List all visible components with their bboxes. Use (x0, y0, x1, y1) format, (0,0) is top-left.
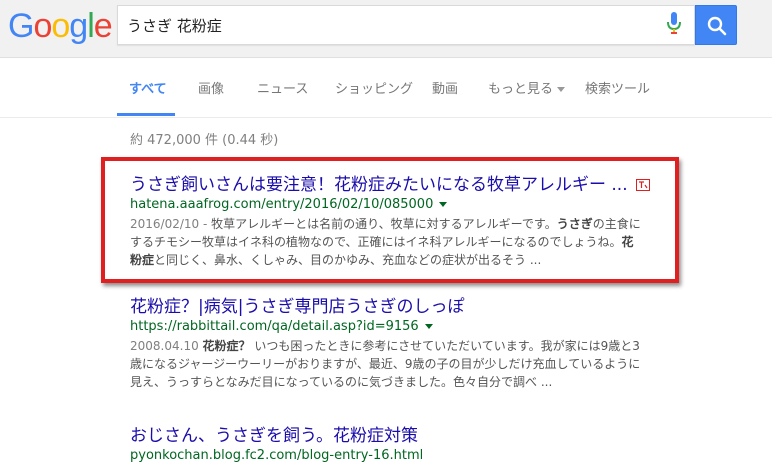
tab-search-tools[interactable]: 検索ツール (585, 78, 650, 97)
search-box (117, 5, 695, 45)
result-url[interactable]: pyonkochan.blog.fc2.com/blog-entry-16.ht… (130, 447, 650, 465)
result-url[interactable]: https://rabbittail.com/qa/detail.asp?id=… (130, 318, 650, 336)
result-stats: 約 472,000 件 (0.44 秒) (130, 133, 279, 148)
logo-letter: o (33, 7, 52, 45)
logo-letter: g (69, 7, 88, 45)
chevron-down-icon (557, 87, 566, 92)
result-date: 2008.04.10 (130, 339, 203, 353)
snippet-text: 見え、うっすらとなみだ目になっているのに気づきました。色々自分で調べ ... (130, 375, 553, 389)
search-button[interactable] (695, 5, 737, 45)
search-result: おじさん、うさぎを飼う。花粉症対策 pyonkochan.blog.fc2.co… (130, 425, 650, 465)
tab-images[interactable]: 画像 (198, 78, 224, 97)
search-result: 花粉症？|病気|うさぎ専門店うさぎのしっぽ https://rabbittail… (130, 296, 650, 391)
logo-letter: G (8, 7, 34, 45)
logo-letter: o (51, 7, 70, 45)
result-title[interactable]: おじさん、うさぎを飼う。花粉症対策 (130, 425, 650, 447)
snippet-bold: 花粉症？ (202, 339, 251, 353)
logo-letter: e (93, 7, 113, 45)
search-input[interactable] (127, 6, 647, 44)
tab-videos[interactable]: 動画 (432, 78, 458, 97)
tab-all[interactable]: すべて (129, 78, 167, 97)
chevron-down-icon[interactable] (424, 324, 433, 329)
tab-news[interactable]: ニュース (257, 78, 308, 97)
result-title[interactable]: 花粉症？|病気|うさぎ専門店うさぎのしっぽ (130, 296, 650, 318)
result-snippet: 2008.04.10 花粉症？ いつも困ったときに参考にさせていただいています。… (130, 337, 650, 391)
snippet-text: 歳になるジャージーウーリーがおりますが、最近、9歳の子の目が少しだけ充血している… (130, 357, 641, 371)
active-tab-indicator (117, 113, 175, 116)
result-url-text: https://rabbittail.com/qa/detail.asp?id=… (130, 319, 419, 334)
search-icon (707, 16, 727, 36)
header-bar: Google (0, 0, 772, 58)
snippet-text: いつも困ったときに参考にさせていただいています。我が家には9歳と3 (250, 339, 640, 353)
microphone-icon[interactable] (666, 12, 682, 38)
highlight-annotation (101, 157, 679, 283)
search-tabs: すべて 画像 ニュース ショッピング 動画 もっと見る 検索ツール (0, 58, 772, 118)
tab-shopping[interactable]: ショッピング (335, 78, 413, 97)
google-logo[interactable]: Google (8, 6, 113, 46)
tab-more-label: もっと見る (488, 82, 554, 97)
tab-more[interactable]: もっと見る (488, 78, 566, 97)
